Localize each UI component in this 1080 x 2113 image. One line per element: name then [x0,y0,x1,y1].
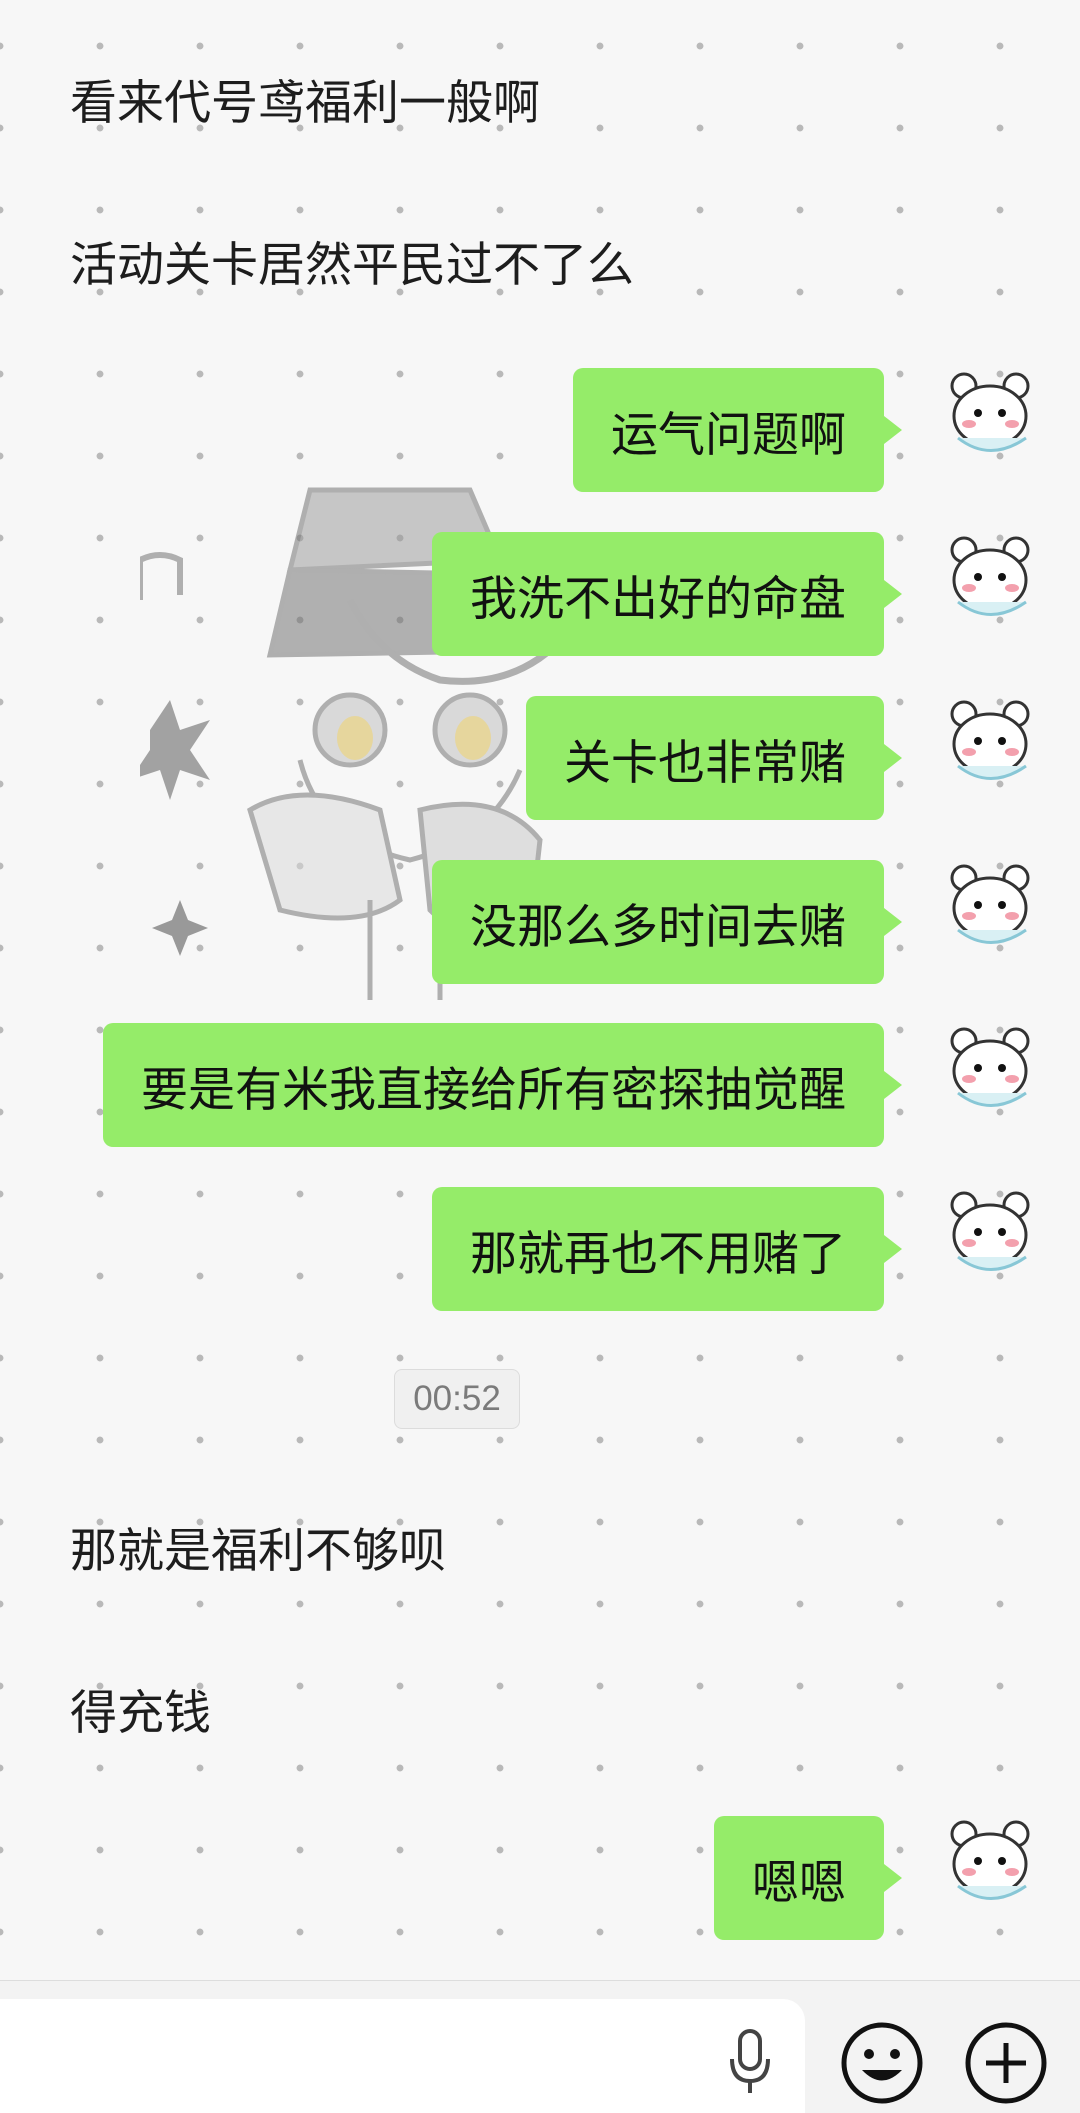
hamster-avatar-icon[interactable] [936,696,1046,806]
microphone-icon[interactable] [724,2027,776,2097]
hamster-avatar-icon[interactable] [936,532,1046,642]
hamster-avatar-icon[interactable] [936,1816,1046,1926]
outgoing-message-bubble[interactable]: 关卡也非常赌 [526,696,902,820]
outgoing-message-bubble[interactable]: 那就再也不用赌了 [432,1187,902,1311]
outgoing-message-bubble[interactable]: 要是有米我直接给所有密探抽觉醒 [103,1023,902,1147]
hamster-avatar-icon[interactable] [936,860,1046,970]
message-input-bar [0,1980,1080,2113]
hamster-avatar-icon[interactable] [936,1023,1046,1133]
incoming-message[interactable]: 那就是福利不够呗 [70,1522,446,1582]
outgoing-message-bubble[interactable]: 我洗不出好的命盘 [432,532,902,656]
outgoing-message-bubble[interactable]: 运气问题啊 [573,368,902,492]
hamster-avatar-icon[interactable] [936,1187,1046,1297]
message-text-input[interactable] [0,1999,805,2113]
incoming-message[interactable]: 得充钱 [70,1684,211,1744]
message-timestamp: 00:52 [394,1369,520,1429]
outgoing-message-bubble[interactable]: 嗯嗯 [714,1816,902,1940]
plus-icon[interactable] [962,2019,1050,2107]
outgoing-message-bubble[interactable]: 没那么多时间去赌 [432,860,902,984]
incoming-message[interactable]: 看来代号鸢福利一般啊 [70,74,540,134]
incoming-message[interactable]: 活动关卡居然平民过不了么 [70,236,634,296]
hamster-avatar-icon[interactable] [936,368,1046,478]
emoji-icon[interactable] [838,2019,926,2107]
